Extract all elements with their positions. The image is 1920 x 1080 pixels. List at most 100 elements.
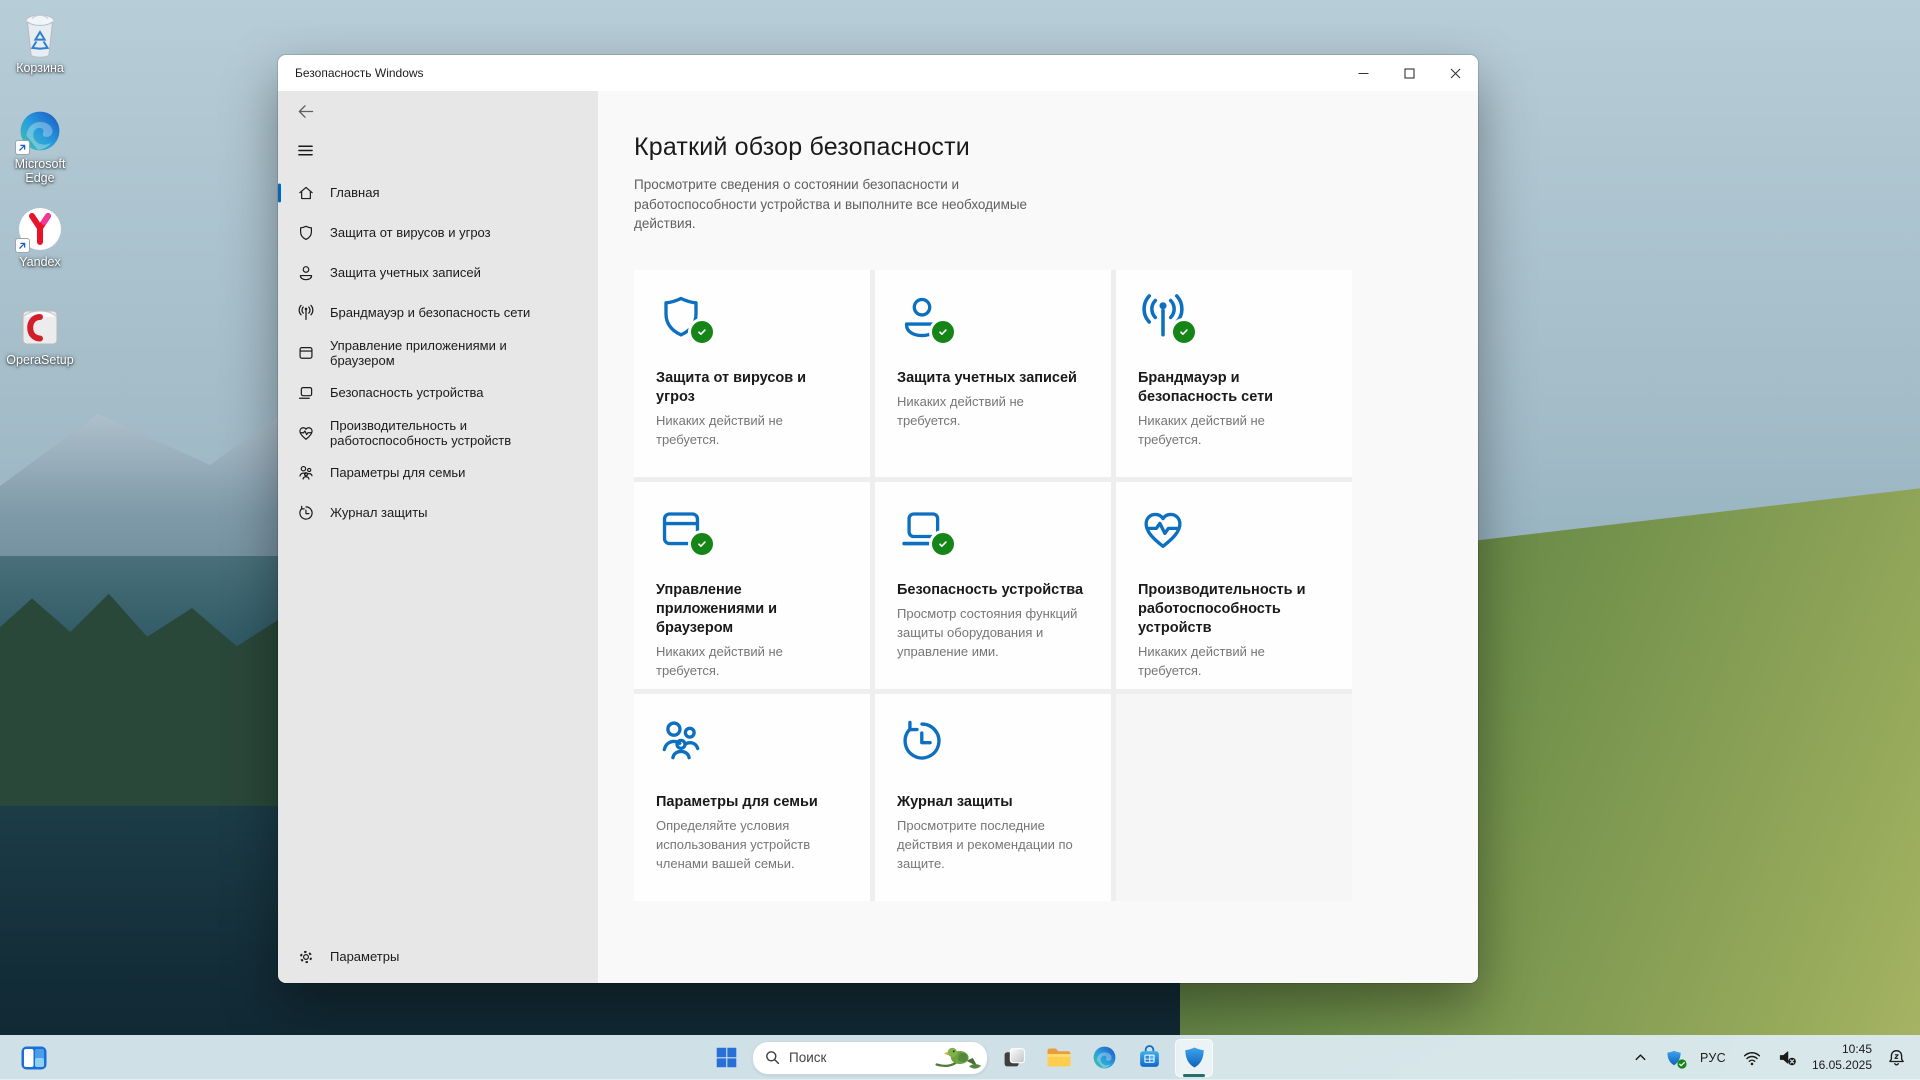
gear-icon	[297, 948, 315, 966]
card-status: Просмотрите последние действия и рекомен…	[897, 817, 1073, 871]
sidebar-item-device-security[interactable]: Безопасность устройства	[278, 373, 598, 413]
card-title: Производительность и работоспособность у…	[1138, 581, 1306, 636]
microsoft-store-button[interactable]	[1130, 1039, 1168, 1077]
card-family-options[interactable]: Параметры для семьи Определяйте условия …	[634, 693, 870, 901]
file-explorer-icon	[1047, 1048, 1071, 1067]
card-virus-threat-protection[interactable]: Защита от вирусов и угроз Никаких действ…	[634, 269, 870, 477]
card-app-browser-control[interactable]: Управление приложениями и браузером Ника…	[634, 481, 870, 689]
opera-setup-icon	[17, 304, 63, 350]
volume-muted-button[interactable]	[1772, 1039, 1803, 1077]
sidebar-item-label: Параметры для семьи	[330, 465, 466, 481]
sidebar-item-protection-history[interactable]: Журнал защиты	[278, 493, 598, 533]
tray-date: 16.05.2025	[1811, 1057, 1872, 1072]
tray-time: 10:45	[1841, 1041, 1872, 1056]
desktop-icon-edge[interactable]: Microsoft Edge	[8, 108, 72, 186]
tray-overflow-chevron-button[interactable]	[1627, 1039, 1654, 1077]
page-description: Просмотрите сведения о состоянии безопас…	[634, 177, 1028, 232]
widgets-button[interactable]	[14, 1039, 54, 1077]
notification-bell-dnd-icon	[1889, 1049, 1904, 1066]
wifi-button[interactable]	[1737, 1039, 1767, 1077]
sidebar-item-label: Управление приложениями и браузером	[330, 337, 507, 368]
windows-security-taskbar-button[interactable]	[1175, 1038, 1213, 1077]
file-explorer-button[interactable]	[1040, 1039, 1078, 1077]
minimize-button[interactable]	[1340, 55, 1386, 91]
windows-security-shield-icon	[1182, 1045, 1207, 1070]
history-clock-icon	[897, 716, 949, 766]
search-placeholder: Поиск	[789, 1050, 827, 1065]
empty-grid-cell	[1116, 693, 1352, 901]
windows-start-icon	[716, 1047, 736, 1068]
sidebar-item-home[interactable]: Главная	[278, 173, 598, 213]
taskbar-clock[interactable]: 10:45 16.05.2025	[1808, 1042, 1876, 1073]
sidebar-item-label: Параметры	[330, 949, 400, 965]
sidebar-item-label: Брандмауэр и безопасность сети	[330, 305, 531, 321]
desktop-icon-yandex[interactable]: Yandex	[8, 206, 72, 269]
card-status: Никаких действий не требуется.	[897, 393, 1024, 428]
window-titlebar[interactable]: Безопасность Windows	[278, 55, 1478, 91]
task-view-button[interactable]	[995, 1039, 1033, 1077]
start-button[interactable]	[707, 1039, 745, 1077]
card-title: Управление приложениями и браузером	[656, 581, 778, 636]
notifications-dnd-button[interactable]	[1881, 1039, 1912, 1077]
sidebar-nav: Главная Защита от вирусов и угроз Защита…	[278, 173, 598, 533]
taskbar-search-box[interactable]: Поиск	[752, 1040, 988, 1075]
home-icon	[297, 184, 315, 202]
security-cards-grid: Защита от вирусов и угроз Никаких действ…	[634, 269, 1352, 901]
sidebar-item-family-options[interactable]: Параметры для семьи	[278, 453, 598, 493]
page-title: Краткий обзор безопасности	[634, 133, 970, 161]
card-status: Никаких действий не требуется.	[1138, 644, 1265, 678]
wifi-icon	[1743, 1051, 1761, 1065]
card-device-security[interactable]: Безопасность устройства Просмотр состоян…	[875, 481, 1111, 689]
card-status: Никаких действий не требуется.	[1138, 412, 1265, 447]
main-content: Краткий обзор безопасности Просмотрите с…	[598, 91, 1478, 983]
shortcut-arrow-icon	[15, 238, 30, 253]
sidebar-item-settings[interactable]: Параметры	[278, 937, 598, 977]
health-heart-icon	[297, 424, 315, 442]
health-heart-icon	[1138, 504, 1190, 554]
sidebar-item-label: Журнал защиты	[330, 505, 428, 521]
sidebar-item-account-protection[interactable]: Защита учетных записей	[278, 253, 598, 293]
shortcut-arrow-icon	[15, 140, 30, 155]
card-account-protection[interactable]: Защита учетных записей Никаких действий …	[875, 269, 1111, 477]
sidebar-item-app-browser-control[interactable]: Управление приложениями и браузером	[278, 333, 598, 373]
status-ok-check-icon	[688, 529, 716, 558]
window-controls	[1340, 55, 1478, 91]
device-laptop-icon	[297, 384, 315, 402]
recycle-bin-icon	[17, 12, 63, 58]
microsoft-store-icon	[1139, 1045, 1159, 1067]
desktop-icon-recycle-bin[interactable]: Корзина	[8, 12, 72, 75]
close-button[interactable]	[1432, 55, 1478, 91]
sidebar-item-virus-threat-protection[interactable]: Защита от вирусов и угроз	[278, 213, 598, 253]
family-icon	[656, 716, 708, 766]
search-icon	[766, 1051, 780, 1065]
sidebar-item-device-health[interactable]: Производительность и работоспособность у…	[278, 413, 598, 453]
volume-muted-icon	[1779, 1051, 1796, 1066]
window-title: Безопасность Windows	[295, 66, 424, 80]
virus-shield-icon	[297, 224, 315, 242]
desktop-icon-label: OperaSetup	[6, 353, 74, 367]
search-highlight-bird-image	[935, 1047, 982, 1069]
tray-security-status-button[interactable]	[1659, 1039, 1689, 1077]
card-protection-history[interactable]: Журнал защиты Просмотрите последние дейс…	[875, 693, 1111, 901]
windows-security-window: Безопасность Windows Главная Защита от в…	[278, 55, 1478, 983]
sidebar-item-firewall-network[interactable]: Брандмауэр и безопасность сети	[278, 293, 598, 333]
back-button[interactable]	[288, 96, 322, 126]
maximize-button[interactable]	[1386, 55, 1432, 91]
card-status: Определяйте условия использования устрой…	[656, 817, 811, 871]
card-device-health[interactable]: Производительность и работоспособность у…	[1116, 481, 1352, 689]
yandex-icon	[15, 206, 63, 253]
hamburger-menu-button[interactable]	[288, 135, 322, 165]
edge-browser-button[interactable]	[1085, 1039, 1123, 1077]
card-firewall-network[interactable]: Брандмауэр и безопасность сети Никаких д…	[1116, 269, 1352, 477]
desktop-icon-label: Microsoft Edge	[14, 157, 66, 186]
status-ok-check-icon	[929, 529, 957, 558]
app-browser-icon	[297, 344, 315, 362]
card-title: Защита от вирусов и угроз	[656, 369, 807, 405]
firewall-antenna-icon	[297, 304, 315, 322]
status-ok-check-icon	[1677, 1058, 1687, 1069]
desktop-icon-opera-setup[interactable]: OperaSetup	[6, 304, 74, 367]
card-status: Просмотр состояния функций защиты оборуд…	[897, 605, 1078, 659]
status-ok-check-icon	[688, 317, 716, 346]
sidebar-item-label: Защита учетных записей	[330, 265, 481, 281]
language-indicator[interactable]: РУС	[1694, 1039, 1732, 1077]
